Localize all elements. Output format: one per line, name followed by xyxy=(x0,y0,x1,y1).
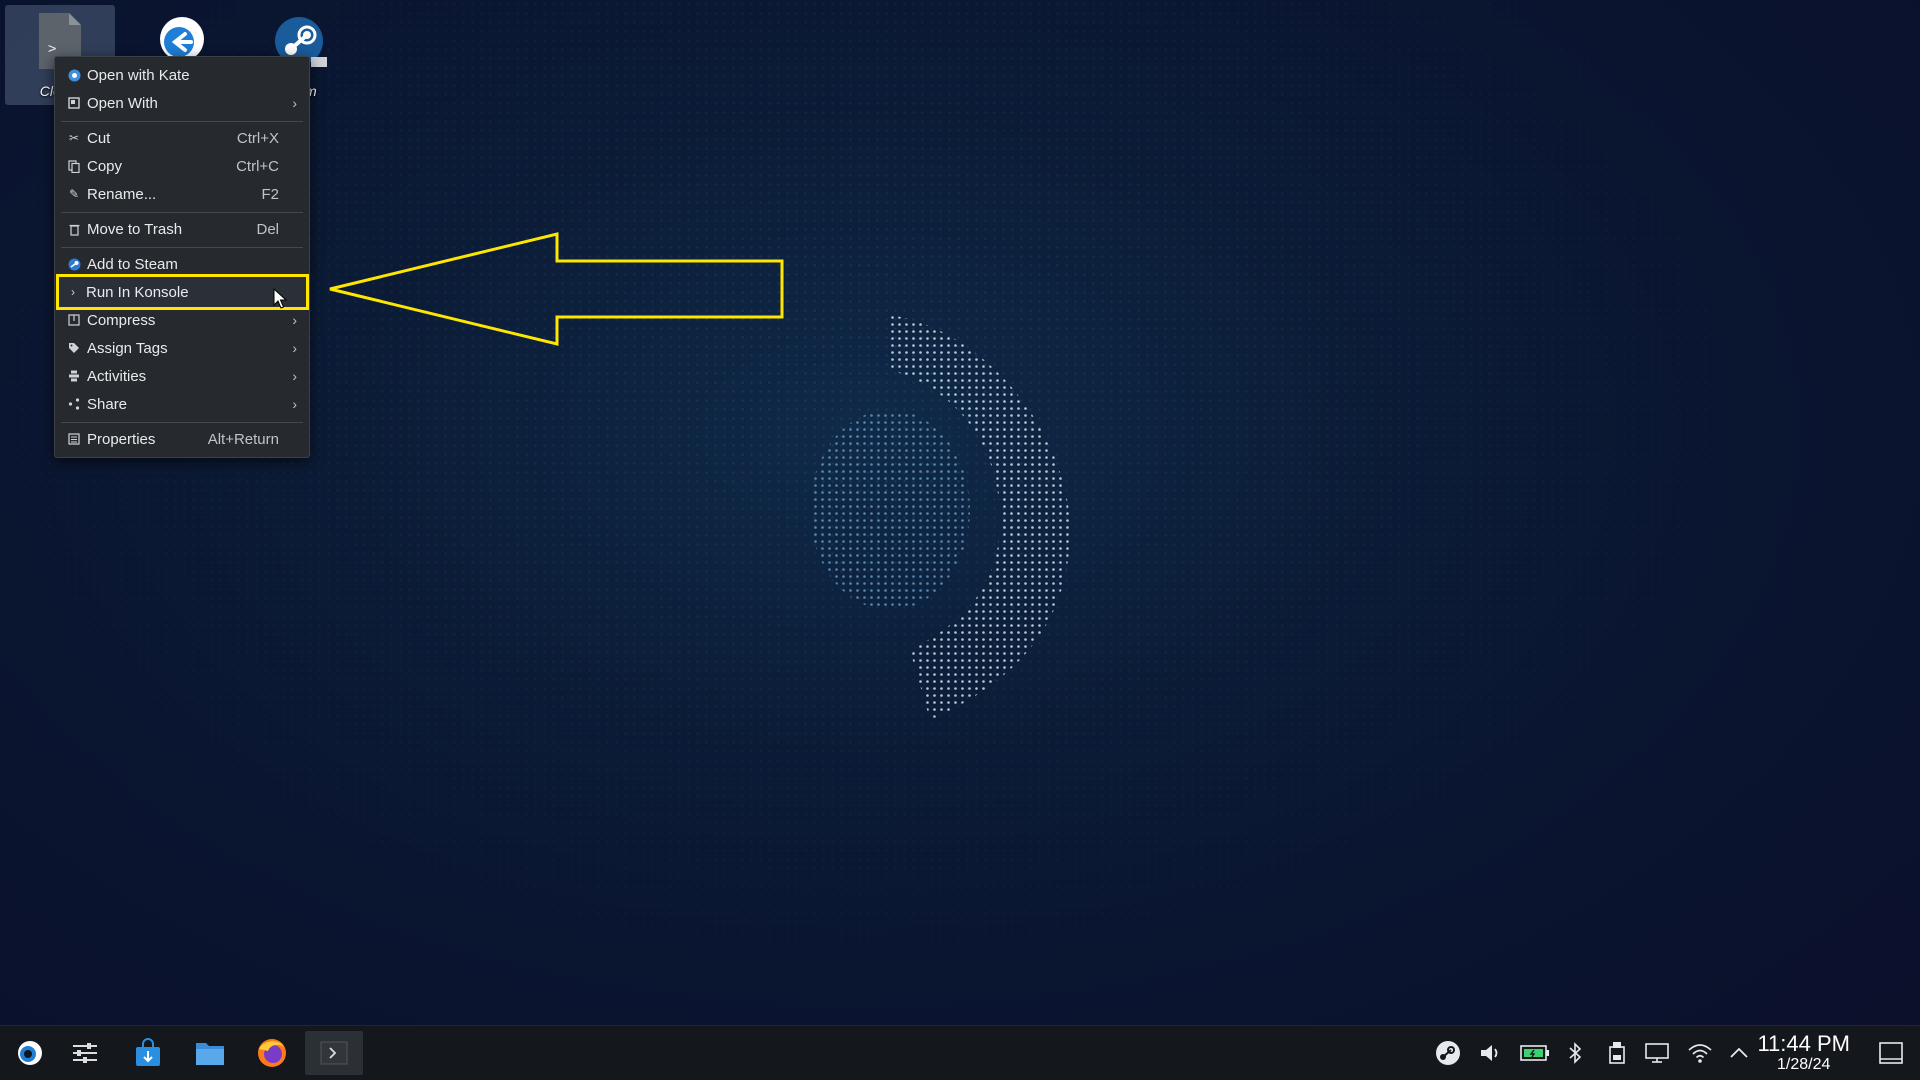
submenu-arrow-icon: › xyxy=(292,95,297,111)
terminal-icon: › xyxy=(71,285,75,299)
battery-icon[interactable] xyxy=(1517,1039,1553,1067)
steamos-wallpaper-logo xyxy=(810,315,1070,720)
menu-item-open-with-kate[interactable]: Open with Kate xyxy=(57,61,307,89)
menu-item-cut[interactable]: ✂ Cut Ctrl+X xyxy=(57,124,307,152)
tag-icon xyxy=(67,341,81,355)
menu-separator xyxy=(61,121,303,122)
copy-icon xyxy=(67,159,81,173)
display-icon[interactable] xyxy=(1643,1039,1671,1067)
menu-item-run-in-konsole[interactable]: › Run In Konsole xyxy=(56,274,309,310)
trash-icon xyxy=(67,222,81,236)
menu-item-copy[interactable]: Copy Ctrl+C xyxy=(57,152,307,180)
show-desktop-icon[interactable] xyxy=(1877,1039,1905,1067)
svg-text:>_: >_ xyxy=(48,41,65,57)
archive-icon xyxy=(67,313,81,327)
mixer-settings-button[interactable] xyxy=(63,1031,107,1075)
menu-separator xyxy=(61,422,303,423)
steamos-menu-icon xyxy=(18,1041,42,1065)
menu-separator xyxy=(61,212,303,213)
dolphin-files-button[interactable] xyxy=(188,1031,232,1075)
menu-item-rename[interactable]: ✎ Rename... F2 xyxy=(57,180,307,208)
properties-icon xyxy=(67,432,81,446)
scissors-icon: ✂ xyxy=(68,131,80,145)
bluetooth-icon[interactable] xyxy=(1561,1039,1589,1067)
storage-icon[interactable] xyxy=(1603,1039,1631,1067)
kate-icon xyxy=(67,68,81,82)
menu-item-activities[interactable]: Activities › xyxy=(57,362,307,390)
menu-item-properties[interactable]: Properties Alt+Return xyxy=(57,425,307,453)
expand-tray-icon[interactable] xyxy=(1725,1039,1753,1067)
share-icon xyxy=(67,397,81,411)
dolphin-files-icon xyxy=(196,1043,224,1065)
submenu-arrow-icon: › xyxy=(292,312,297,328)
konsole-icon xyxy=(320,1041,348,1065)
submenu-arrow-icon: › xyxy=(292,368,297,384)
discover-store-icon xyxy=(136,1038,160,1066)
discover-store-button[interactable] xyxy=(126,1031,170,1075)
menu-separator xyxy=(61,247,303,248)
activities-icon xyxy=(67,369,81,383)
steam-tray-icon[interactable] xyxy=(1434,1039,1462,1067)
submenu-arrow-icon: › xyxy=(292,340,297,356)
context-menu: Open with Kate Open With › ✂ Cut Ctrl+X … xyxy=(54,56,310,458)
menu-item-open-with[interactable]: Open With › xyxy=(57,89,307,117)
mixer-settings-icon xyxy=(73,1043,97,1063)
steam-icon xyxy=(67,257,81,271)
clock[interactable]: 11:44 PM 1/28/24 xyxy=(1757,1032,1850,1074)
menu-item-assign-tags[interactable]: Assign Tags › xyxy=(57,334,307,362)
wifi-icon[interactable] xyxy=(1686,1039,1714,1067)
pencil-icon: ✎ xyxy=(68,187,80,201)
taskbar: 11:44 PM 1/28/24 xyxy=(0,1025,1920,1080)
mouse-cursor-icon xyxy=(273,288,288,309)
firefox-button[interactable] xyxy=(250,1031,294,1075)
volume-icon[interactable] xyxy=(1476,1039,1504,1067)
submenu-arrow-icon: › xyxy=(292,396,297,412)
annotation-arrow xyxy=(329,232,784,346)
clock-date: 1/28/24 xyxy=(1777,1056,1831,1073)
konsole-button[interactable] xyxy=(305,1031,363,1075)
menu-item-compress[interactable]: Compress › xyxy=(57,306,307,334)
clock-time: 11:44 PM xyxy=(1757,1031,1850,1056)
desktop-icon-label: m xyxy=(305,83,317,99)
menu-item-move-to-trash[interactable]: Move to Trash Del xyxy=(57,215,307,243)
open-with-icon xyxy=(67,96,81,110)
steamos-menu-button[interactable] xyxy=(8,1031,52,1075)
firefox-icon xyxy=(258,1039,286,1067)
menu-item-share[interactable]: Share › xyxy=(57,390,307,418)
